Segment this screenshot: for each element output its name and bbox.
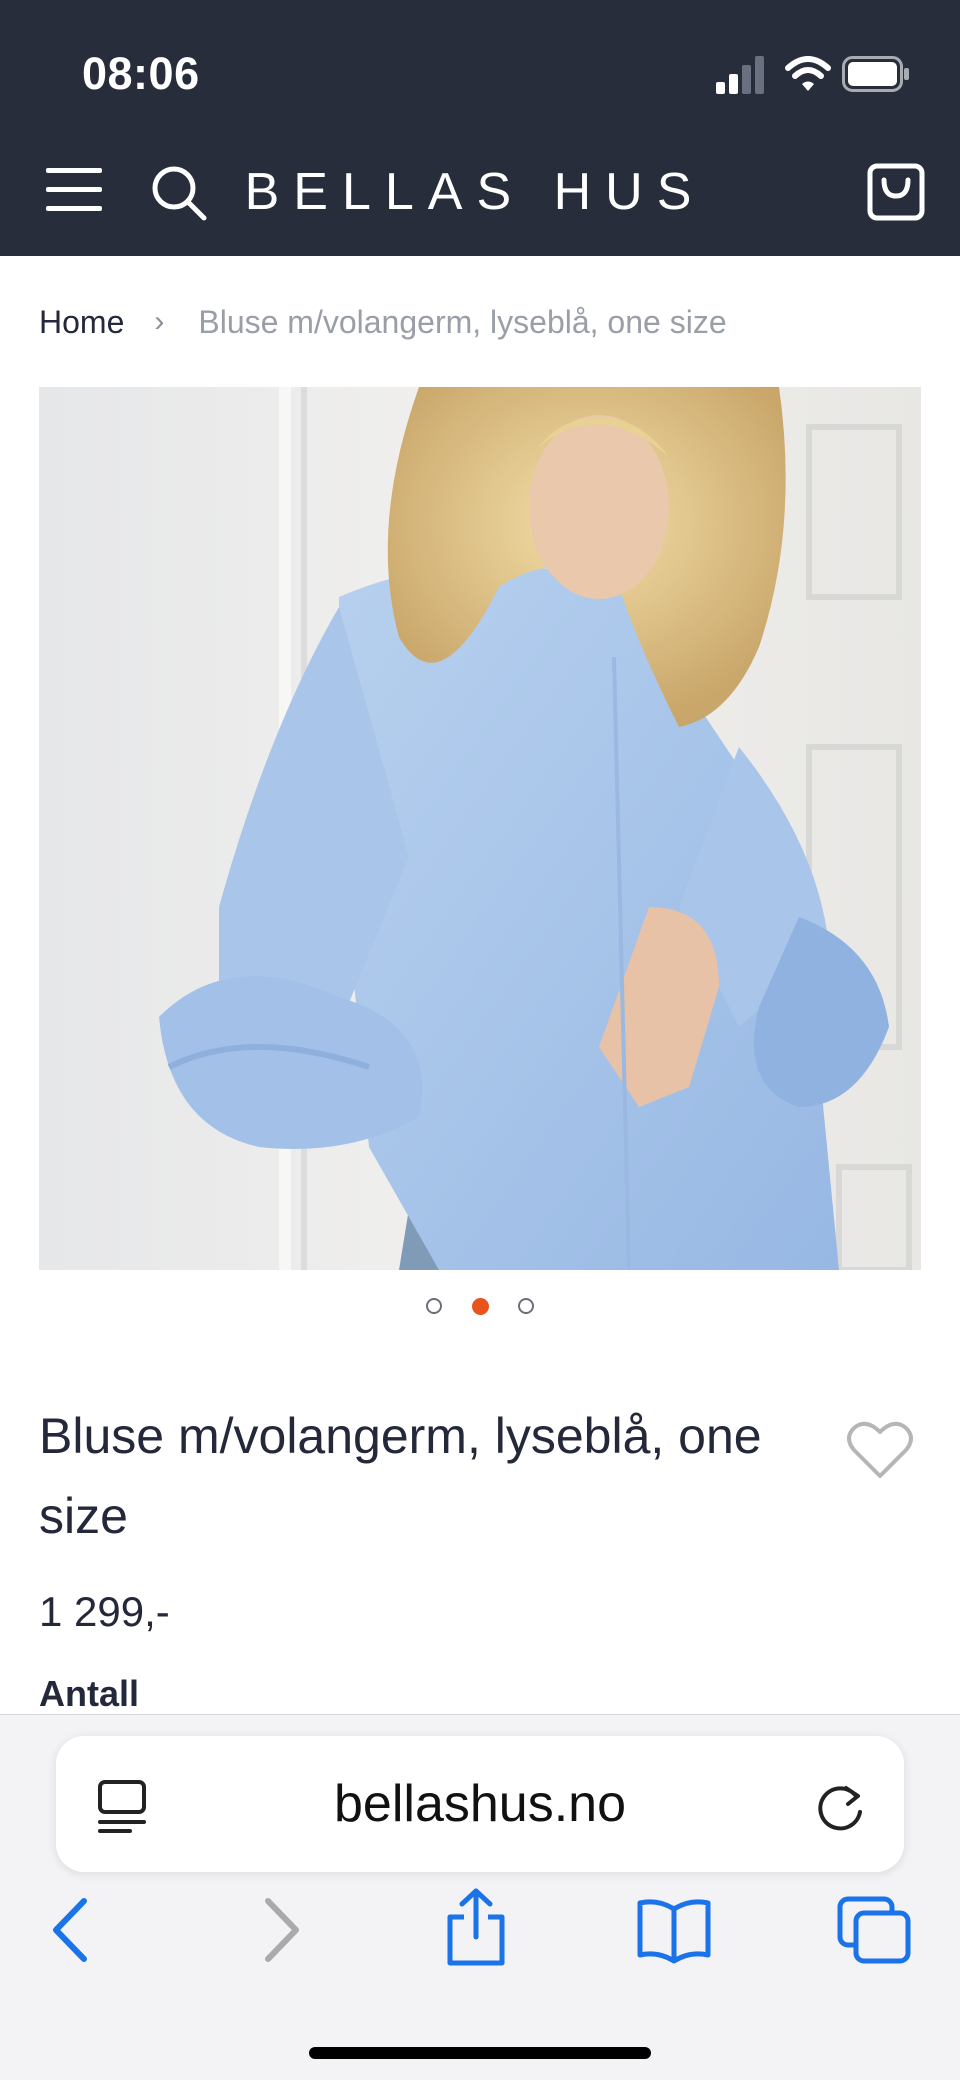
quantity-label: Antall [39,1673,140,1714]
breadcrumb: Home › Bluse m/volangerm, lyseblå, one s… [39,300,727,344]
home-indicator [309,2047,651,2059]
forward-icon[interactable] [258,1895,304,1965]
hamburger-icon[interactable] [44,164,104,216]
bookmarks-icon[interactable] [636,1895,712,1965]
product-title: Bluse m/volangerm, lyseblå, one size [39,1408,762,1544]
share-icon[interactable] [444,1887,508,1967]
status-time: 08:06 [82,48,200,99]
wifi-icon [785,56,831,91]
battery-icon [842,56,909,92]
browser-toolbar: bellashus.no [0,1714,960,2080]
carousel-dot-2-active[interactable] [472,1298,489,1315]
carousel-dot-3[interactable] [518,1298,534,1314]
brand-logo[interactable]: BELLAS HUS [240,162,710,222]
heart-icon[interactable] [846,1418,914,1480]
carousel-dot-1[interactable] [426,1298,442,1314]
product-photo [39,387,921,1270]
site-header: 08:06 BELLAS HUS [0,0,960,256]
reader-mode-icon[interactable] [96,1778,148,1834]
shopping-bag-icon[interactable] [866,160,926,222]
breadcrumb-home-link[interactable]: Home [39,304,124,341]
url-text[interactable]: bellashus.no [176,1774,784,1834]
address-bar[interactable]: bellashus.no [56,1736,904,1872]
breadcrumb-current: Bluse m/volangerm, lyseblå, one size [198,303,727,340]
product-price: 1 299,- [39,1588,170,1635]
search-icon[interactable] [150,164,208,222]
carousel-dots [420,1296,540,1320]
breadcrumb-separator: › [154,305,165,338]
product-image[interactable] [39,387,921,1270]
tabs-icon[interactable] [836,1895,912,1965]
back-icon[interactable] [48,1895,94,1965]
reload-icon[interactable] [814,1778,868,1834]
cellular-signal-icon [716,56,764,94]
